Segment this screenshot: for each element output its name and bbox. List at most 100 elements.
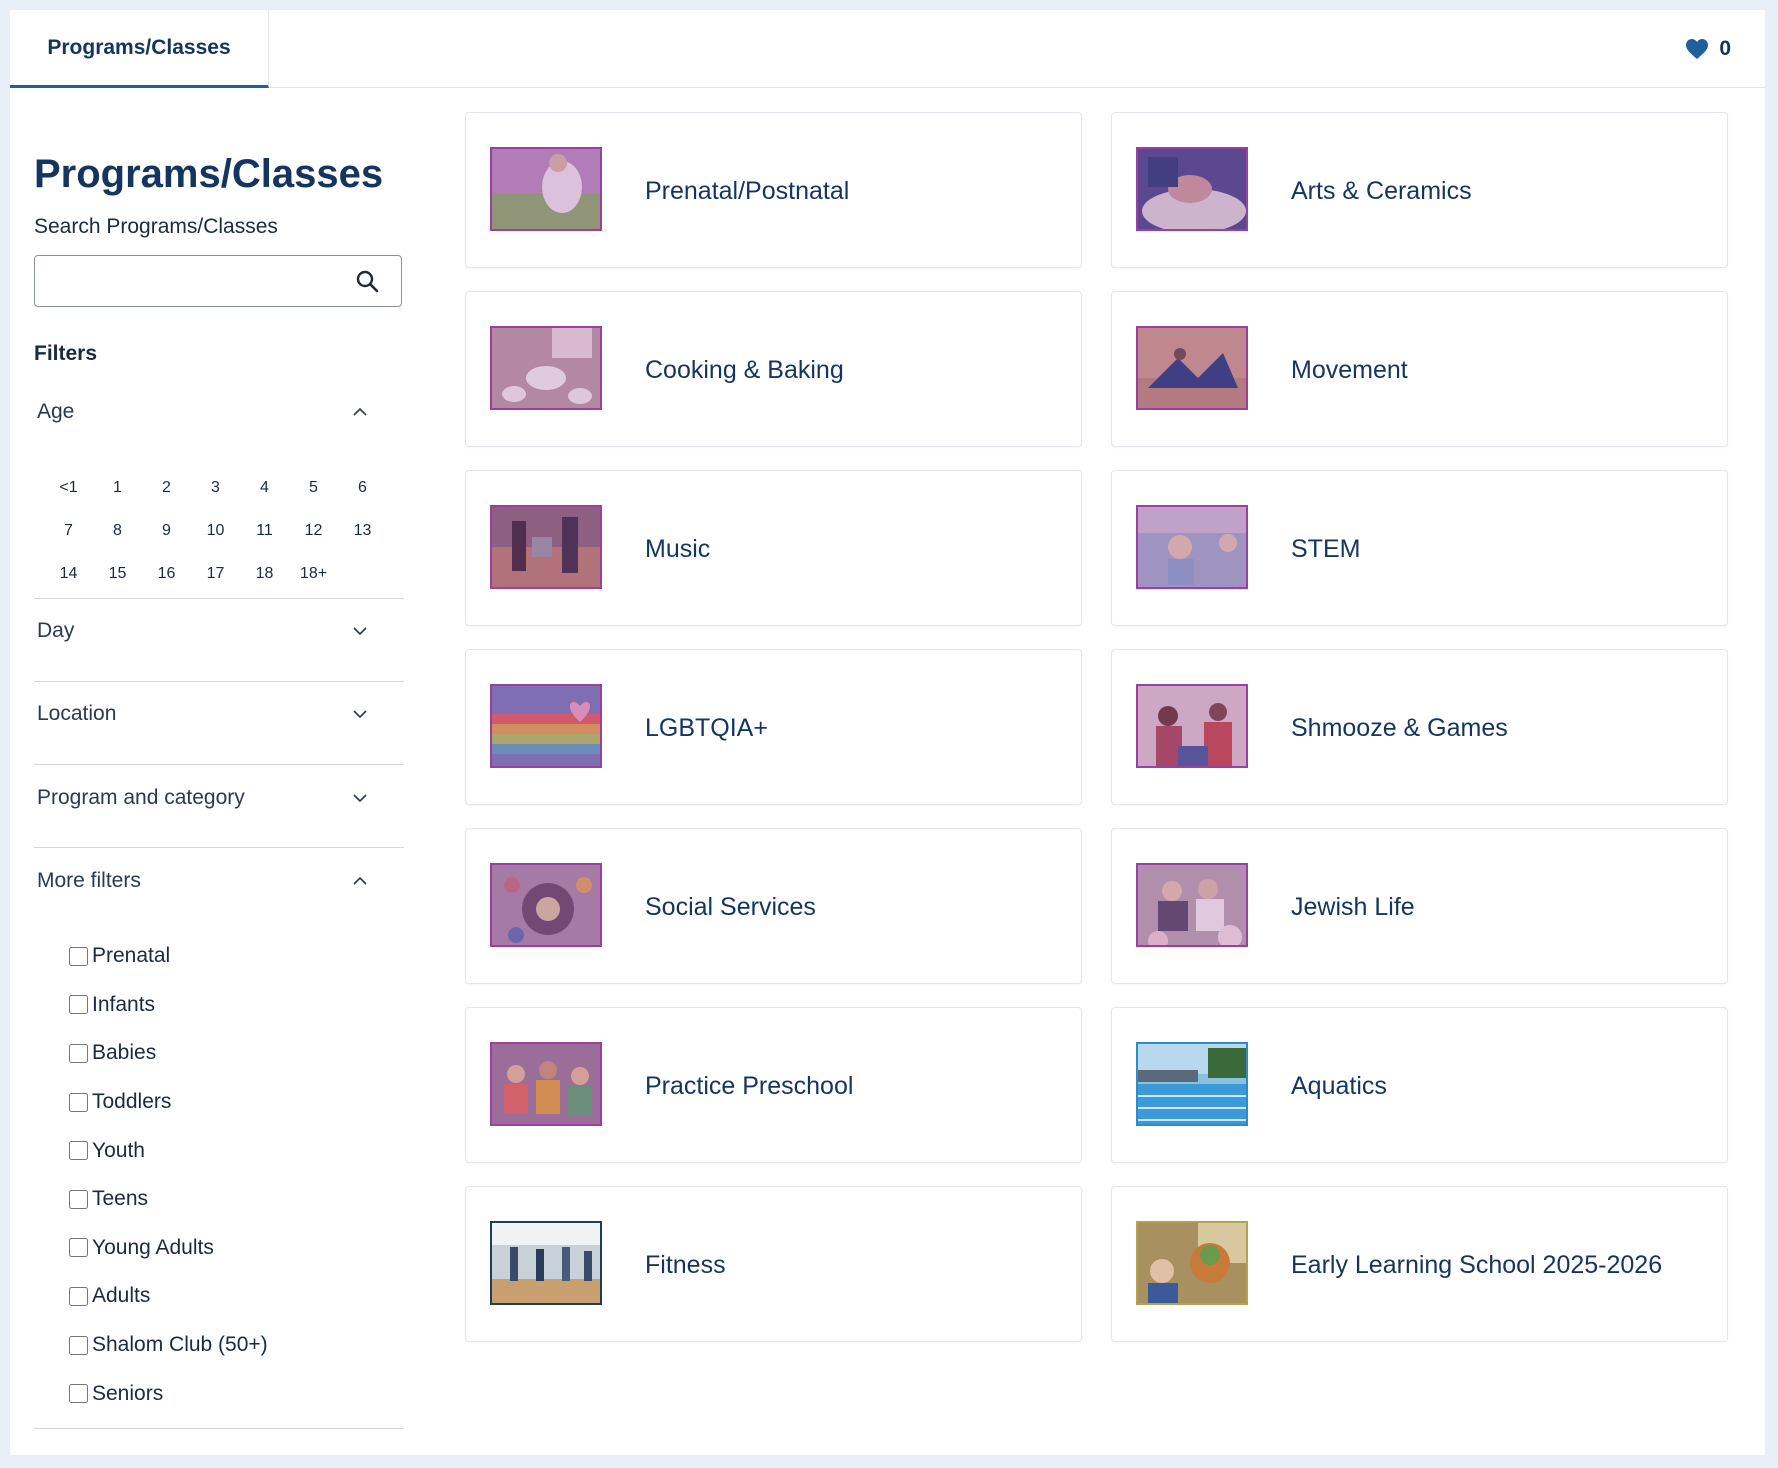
app-frame: Programs/Classes 0 Programs/Classes Sear… [10,10,1765,1455]
search-box [34,255,402,307]
prenatal-photo [490,147,602,231]
divider [34,681,404,682]
program-card-label: Music [645,535,711,563]
stem-photo [1136,505,1248,589]
checkbox[interactable] [69,1286,88,1306]
program-card-aquatics[interactable]: Aquatics [1111,1007,1728,1163]
chevron-down-icon [353,794,367,803]
checkbox-adults[interactable]: Adults [69,1272,268,1321]
search-input[interactable] [35,256,345,306]
age-option[interactable]: 18+ [289,552,338,595]
filter-program-category-toggle[interactable]: Program and category [37,778,387,818]
checkbox-label: Youth [92,1138,145,1162]
program-card-label: Aquatics [1291,1072,1387,1100]
age-option[interactable]: 4 [240,466,289,509]
checkbox[interactable] [69,1141,88,1161]
age-option[interactable]: 9 [142,509,191,552]
tab-programs-classes[interactable]: Programs/Classes [10,10,269,88]
age-option[interactable]: 7 [44,509,93,552]
checkbox[interactable] [69,1238,88,1258]
age-option[interactable]: 2 [142,466,191,509]
program-card-label: Jewish Life [1291,893,1415,921]
divider [34,764,404,765]
search-icon[interactable] [355,269,379,293]
program-card-cooking-baking[interactable]: Cooking & Baking [465,291,1082,447]
program-card-arts-ceramics[interactable]: Arts & Ceramics [1111,112,1728,268]
age-option[interactable]: 3 [191,466,240,509]
checkbox[interactable] [69,1384,88,1404]
age-option[interactable]: 18 [240,552,289,595]
cooking-photo [490,326,602,410]
age-option[interactable]: 17 [191,552,240,595]
pool-photo [1136,1042,1248,1126]
program-card-label: Prenatal/Postnatal [645,177,850,205]
checkbox-teens[interactable]: Teens [69,1175,268,1224]
checkbox-shalom-club[interactable]: Shalom Club (50+) [69,1321,268,1370]
checkbox-babies[interactable]: Babies [69,1029,268,1078]
program-card-music[interactable]: Music [465,470,1082,626]
filter-day-toggle[interactable]: Day [37,611,387,651]
program-card-label: LGBTQIA+ [645,714,768,742]
early-learning-photo [1136,1221,1248,1305]
program-card-label: Movement [1291,356,1408,384]
filter-age-toggle[interactable]: Age [37,392,387,432]
checkbox-youth[interactable]: Youth [69,1126,268,1175]
program-card-label: STEM [1291,535,1361,563]
filter-more-toggle[interactable]: More filters [37,861,387,901]
divider [34,598,404,599]
search-label: Search Programs/Classes [34,215,278,238]
age-option[interactable]: 8 [93,509,142,552]
program-card-lgbtqia[interactable]: LGBTQIA+ [465,649,1082,805]
checkbox[interactable] [69,995,88,1015]
program-card-label: Shmooze & Games [1291,714,1508,742]
program-card-movement[interactable]: Movement [1111,291,1728,447]
program-card-stem[interactable]: STEM [1111,470,1728,626]
program-card-social-services[interactable]: Social Services [465,828,1082,984]
age-option[interactable]: 6 [338,466,387,509]
filter-day-label: Day [37,619,75,642]
age-option[interactable]: 5 [289,466,338,509]
age-option[interactable]: 12 [289,509,338,552]
program-card-early-learning[interactable]: Early Learning School 2025-2026 [1111,1186,1728,1342]
chevron-down-icon [353,627,367,636]
age-option[interactable]: 10 [191,509,240,552]
checkbox-label: Babies [92,1041,157,1065]
checkbox-young-adults[interactable]: Young Adults [69,1224,268,1273]
checkbox[interactable] [69,1043,88,1063]
checkbox-infants[interactable]: Infants [69,981,268,1030]
program-card-label: Early Learning School 2025-2026 [1291,1251,1663,1279]
checkbox[interactable] [69,946,88,966]
more-filters-list: Prenatal Infants Babies Toddlers Youth T… [69,932,268,1418]
checkbox-label: Seniors [92,1381,164,1405]
age-option[interactable]: 11 [240,509,289,552]
filter-location-toggle[interactable]: Location [37,694,387,734]
age-option[interactable]: 16 [142,552,191,595]
program-card-jewish-life[interactable]: Jewish Life [1111,828,1728,984]
filter-age-label: Age [37,400,75,423]
age-option[interactable]: 1 [93,466,142,509]
checkbox-prenatal[interactable]: Prenatal [69,932,268,981]
favorites-button[interactable]: 0 [1685,10,1731,88]
age-option[interactable]: <1 [44,466,93,509]
music-photo [490,505,602,589]
checkbox-label: Infants [92,992,156,1016]
program-card-prenatal-postnatal[interactable]: Prenatal/Postnatal [465,112,1082,268]
program-card-shmooze-games[interactable]: Shmooze & Games [1111,649,1728,805]
program-card-practice-preschool[interactable]: Practice Preschool [465,1007,1082,1163]
jewish-life-photo [1136,863,1248,947]
checkbox[interactable] [69,1335,88,1355]
program-card-label: Arts & Ceramics [1291,177,1472,205]
heart-icon [1686,39,1709,59]
program-card-fitness[interactable]: Fitness [465,1186,1082,1342]
age-option[interactable]: 14 [44,552,93,595]
age-option[interactable]: 15 [93,552,142,595]
age-option[interactable]: 13 [338,509,387,552]
checkbox-seniors[interactable]: Seniors [69,1369,268,1418]
preschool-photo [490,1042,602,1126]
checkbox-label: Toddlers [92,1090,172,1114]
age-grid: <1 1 2 3 4 5 6 7 8 9 10 11 12 13 14 15 1… [44,466,387,595]
checkbox-toddlers[interactable]: Toddlers [69,1078,268,1127]
checkbox[interactable] [69,1189,88,1209]
checkbox[interactable] [69,1092,88,1112]
checkbox-label: Teens [92,1187,149,1211]
